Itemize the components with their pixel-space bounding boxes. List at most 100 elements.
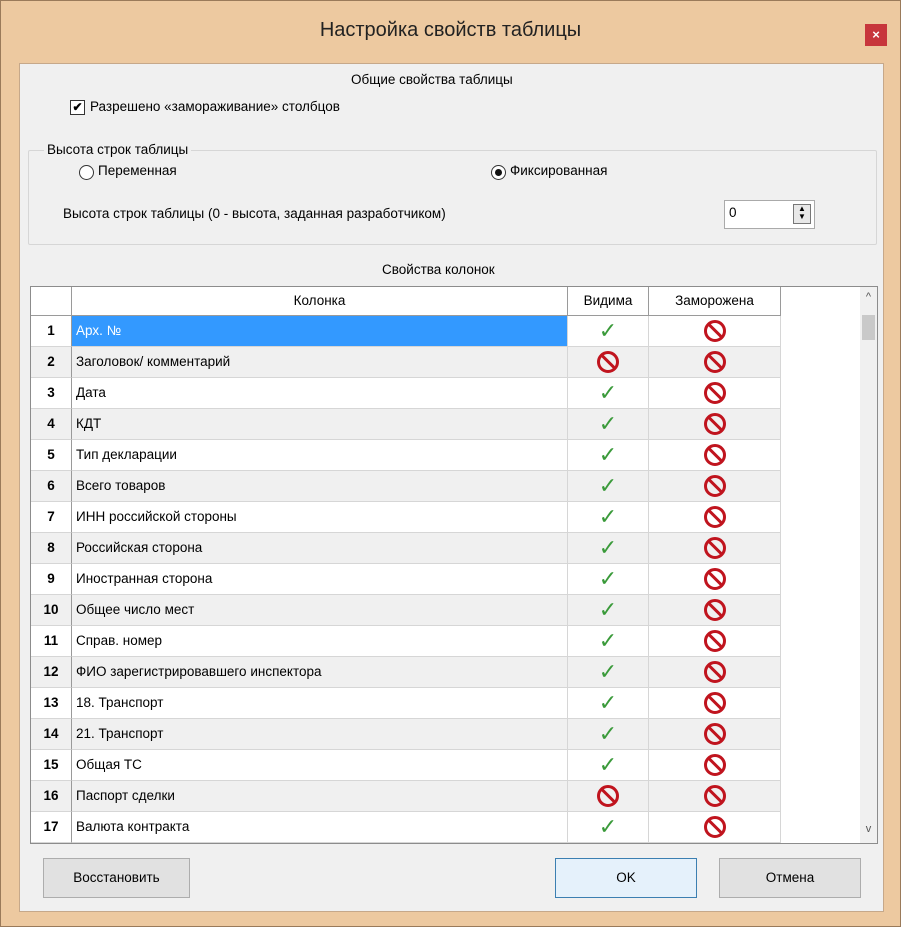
prohibited-icon xyxy=(703,599,726,622)
row-height-value: 0 xyxy=(729,205,737,220)
column-name-cell[interactable]: Российская сторона xyxy=(72,533,568,564)
columns-table: Колонка Видима Заморожена 1 Арх. № ✓ 2 Загол… xyxy=(30,286,878,844)
visible-cell[interactable]: ✓ xyxy=(568,471,649,502)
row-number: 9 xyxy=(31,564,72,595)
prohibited-icon xyxy=(703,475,726,498)
row-height-spinner[interactable]: ▲ ▼ xyxy=(793,204,811,224)
prohibited-icon xyxy=(703,692,726,715)
column-name-cell[interactable]: Заголовок/ комментарий xyxy=(72,347,568,378)
column-name-cell[interactable]: ФИО зарегистрировавшего инспектора xyxy=(72,657,568,688)
visible-cell[interactable]: ✓ xyxy=(568,750,649,781)
column-name-cell[interactable]: Общая ТС xyxy=(72,750,568,781)
visible-cell[interactable]: ✓ xyxy=(568,595,649,626)
spin-down-icon[interactable]: ▼ xyxy=(794,213,810,221)
row-number: 4 xyxy=(31,409,72,440)
prohibited-icon xyxy=(703,785,726,808)
frozen-cell[interactable] xyxy=(649,533,781,564)
visible-cell[interactable]: ✓ xyxy=(568,564,649,595)
header-frozen[interactable]: Заморожена xyxy=(649,287,781,316)
frozen-cell[interactable] xyxy=(649,409,781,440)
visible-cell[interactable]: ✓ xyxy=(568,657,649,688)
column-name-cell[interactable]: Всего товаров xyxy=(72,471,568,502)
column-name-cell[interactable]: Арх. № xyxy=(72,316,568,347)
freeze-columns-label[interactable]: Разрешено «замораживание» столбцов xyxy=(90,99,340,114)
header-visible[interactable]: Видима xyxy=(568,287,649,316)
row-number: 5 xyxy=(31,440,72,471)
column-name-cell[interactable]: Дата xyxy=(72,378,568,409)
prohibited-icon xyxy=(703,413,726,436)
frozen-cell[interactable] xyxy=(649,657,781,688)
frozen-cell[interactable] xyxy=(649,781,781,812)
checkmark-icon: ✓ xyxy=(598,473,618,498)
title-bar[interactable]: Настройка свойств таблицы × xyxy=(1,1,900,63)
visible-cell[interactable]: ✓ xyxy=(568,440,649,471)
row-number: 7 xyxy=(31,502,72,533)
scroll-up-icon[interactable]: ^ xyxy=(860,291,877,303)
column-name-cell[interactable]: Тип декларации xyxy=(72,440,568,471)
frozen-cell[interactable] xyxy=(649,316,781,347)
column-name-cell[interactable]: 18. Транспорт xyxy=(72,688,568,719)
column-name-cell[interactable]: ИНН российской стороны xyxy=(72,502,568,533)
prohibited-icon xyxy=(597,785,619,808)
close-button[interactable]: × xyxy=(865,24,887,46)
scrollbar-thumb[interactable] xyxy=(862,315,875,340)
column-name-cell[interactable]: Валюта контракта xyxy=(72,812,568,843)
frozen-cell[interactable] xyxy=(649,378,781,409)
column-name-cell[interactable]: Иностранная сторона xyxy=(72,564,568,595)
visible-cell[interactable]: ✓ xyxy=(568,719,649,750)
visible-cell[interactable]: ✓ xyxy=(568,378,649,409)
frozen-cell[interactable] xyxy=(649,502,781,533)
visible-cell[interactable] xyxy=(568,781,649,812)
checkmark-icon: ✓ xyxy=(598,659,618,684)
frozen-cell[interactable] xyxy=(649,750,781,781)
frozen-cell[interactable] xyxy=(649,564,781,595)
fixed-height-label[interactable]: Фиксированная xyxy=(510,163,607,178)
fixed-height-radio[interactable] xyxy=(491,165,506,180)
column-name-cell[interactable]: КДТ xyxy=(72,409,568,440)
prohibited-icon xyxy=(703,506,726,529)
row-number: 12 xyxy=(31,657,72,688)
row-number: 15 xyxy=(31,750,72,781)
visible-cell[interactable]: ✓ xyxy=(568,316,649,347)
column-name-cell[interactable]: 21. Транспорт xyxy=(72,719,568,750)
row-number: 3 xyxy=(31,378,72,409)
visible-cell[interactable]: ✓ xyxy=(568,502,649,533)
visible-cell[interactable]: ✓ xyxy=(568,409,649,440)
row-number: 17 xyxy=(31,812,72,843)
row-number: 16 xyxy=(31,781,72,812)
prohibited-icon xyxy=(703,630,726,653)
frozen-cell[interactable] xyxy=(649,626,781,657)
column-name-cell[interactable]: Справ. номер xyxy=(72,626,568,657)
visible-cell[interactable] xyxy=(568,347,649,378)
frozen-cell[interactable] xyxy=(649,688,781,719)
frozen-cell[interactable] xyxy=(649,812,781,843)
visible-cell[interactable]: ✓ xyxy=(568,626,649,657)
visible-cell[interactable]: ✓ xyxy=(568,812,649,843)
prohibited-icon xyxy=(703,754,726,777)
frozen-cell[interactable] xyxy=(649,719,781,750)
prohibited-icon xyxy=(703,661,726,684)
freeze-columns-checkbox[interactable]: ✔ xyxy=(70,100,85,115)
column-name-cell[interactable]: Паспорт сделки xyxy=(72,781,568,812)
row-number: 11 xyxy=(31,626,72,657)
cancel-button[interactable]: Отмена xyxy=(719,858,861,898)
visible-cell[interactable]: ✓ xyxy=(568,533,649,564)
variable-height-radio[interactable] xyxy=(79,165,94,180)
visible-cell[interactable]: ✓ xyxy=(568,688,649,719)
checkmark-icon: ✓ xyxy=(598,597,618,622)
prohibited-icon xyxy=(703,320,726,343)
ok-button[interactable]: OK xyxy=(555,858,697,898)
variable-height-label[interactable]: Переменная xyxy=(98,163,177,178)
frozen-cell[interactable] xyxy=(649,471,781,502)
frozen-cell[interactable] xyxy=(649,440,781,471)
header-column[interactable]: Колонка xyxy=(72,287,568,316)
restore-button[interactable]: Восстановить xyxy=(43,858,190,898)
prohibited-icon xyxy=(703,568,726,591)
row-height-label: Высота строк таблицы (0 - высота, заданн… xyxy=(63,206,446,221)
frozen-cell[interactable] xyxy=(649,595,781,626)
column-properties-heading: Свойства колонок xyxy=(382,262,495,277)
frozen-cell[interactable] xyxy=(649,347,781,378)
table-scrollbar[interactable]: ^ v xyxy=(860,287,877,843)
column-name-cell[interactable]: Общее число мест xyxy=(72,595,568,626)
scroll-down-icon[interactable]: v xyxy=(860,823,877,835)
